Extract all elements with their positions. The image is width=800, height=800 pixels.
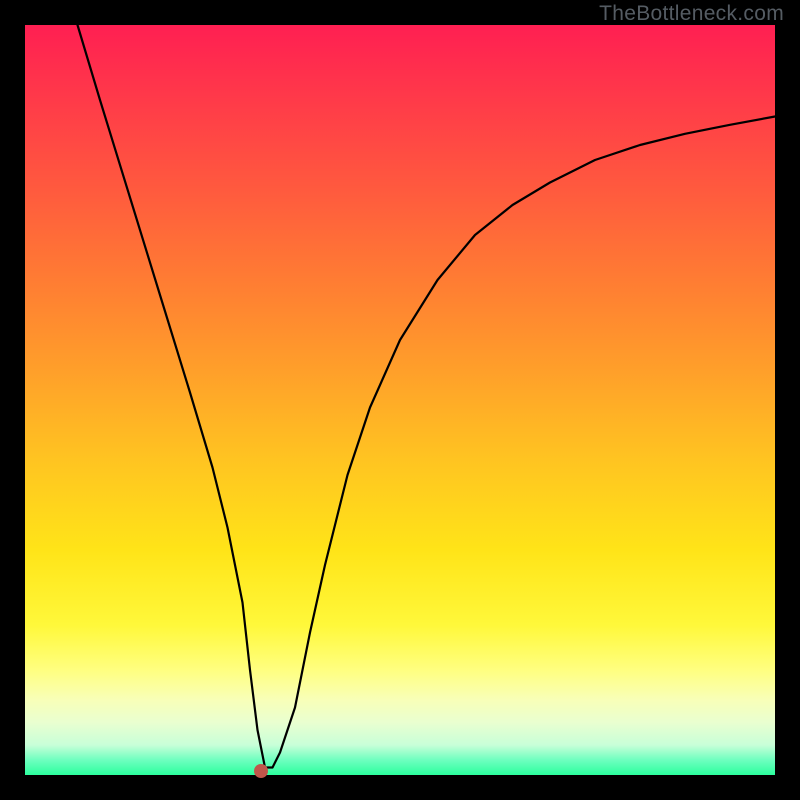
min-point-marker	[254, 764, 268, 778]
plot-area	[25, 25, 775, 775]
watermark-text: TheBottleneck.com	[599, 2, 784, 26]
bottleneck-curve	[25, 25, 775, 775]
